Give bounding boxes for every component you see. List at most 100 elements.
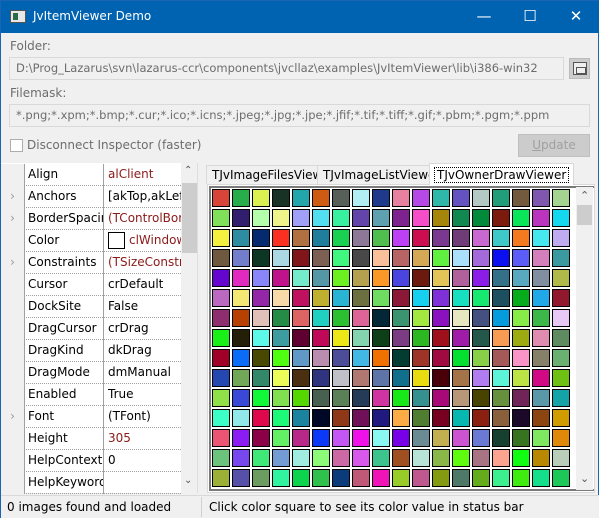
color-square[interactable]	[472, 409, 490, 427]
color-square[interactable]	[232, 369, 250, 387]
color-square[interactable]	[452, 329, 470, 347]
color-square[interactable]	[492, 349, 510, 367]
color-square[interactable]	[492, 369, 510, 387]
color-square[interactable]	[532, 389, 550, 407]
color-square[interactable]	[232, 269, 250, 287]
color-square[interactable]	[272, 449, 290, 467]
color-square[interactable]	[412, 229, 430, 247]
color-square[interactable]	[532, 269, 550, 287]
color-square[interactable]	[352, 249, 370, 267]
color-square[interactable]	[552, 369, 570, 387]
color-square[interactable]	[552, 349, 570, 367]
color-square[interactable]	[392, 309, 410, 327]
color-square[interactable]	[332, 189, 350, 207]
browse-folder-button[interactable]	[569, 58, 590, 79]
expand-chevron-icon[interactable]: ›	[1, 406, 25, 428]
color-square[interactable]	[392, 329, 410, 347]
color-square[interactable]	[532, 229, 550, 247]
inspector-row[interactable]: Enabled True	[1, 384, 181, 406]
color-square[interactable]	[472, 189, 490, 207]
color-square[interactable]	[432, 249, 450, 267]
close-button[interactable]: ✕	[553, 1, 599, 33]
color-square[interactable]	[272, 389, 290, 407]
color-square[interactable]	[352, 389, 370, 407]
color-square[interactable]	[252, 269, 270, 287]
color-square[interactable]	[372, 189, 390, 207]
scroll-down-icon[interactable]: ⌄	[580, 472, 589, 485]
color-square[interactable]	[212, 349, 230, 367]
color-square[interactable]	[312, 429, 330, 447]
color-square[interactable]	[292, 369, 310, 387]
color-square[interactable]	[372, 229, 390, 247]
color-square[interactable]	[332, 469, 350, 487]
color-square[interactable]	[392, 189, 410, 207]
scroll-up-icon[interactable]: ⌃	[184, 165, 192, 176]
color-square[interactable]	[312, 229, 330, 247]
color-square[interactable]	[532, 209, 550, 227]
color-square[interactable]	[332, 449, 350, 467]
color-square[interactable]	[512, 409, 530, 427]
color-square[interactable]	[532, 449, 550, 467]
update-button[interactable]: Update	[518, 134, 590, 157]
maximize-button[interactable]: ☐	[507, 1, 553, 33]
color-square[interactable]	[552, 309, 570, 327]
color-square[interactable]	[372, 309, 390, 327]
color-square[interactable]	[432, 349, 450, 367]
color-square[interactable]	[272, 469, 290, 487]
color-square[interactable]	[512, 289, 530, 307]
color-square[interactable]	[512, 389, 530, 407]
color-square[interactable]	[292, 209, 310, 227]
color-square[interactable]	[392, 469, 410, 487]
color-square[interactable]	[492, 389, 510, 407]
property-value[interactable]: [akTop,akLeft,	[103, 186, 181, 208]
color-square[interactable]	[252, 289, 270, 307]
color-square[interactable]	[352, 469, 370, 487]
color-square[interactable]	[292, 189, 310, 207]
color-square[interactable]	[432, 449, 450, 467]
color-square[interactable]	[472, 389, 490, 407]
color-square[interactable]	[472, 369, 490, 387]
color-square[interactable]	[212, 389, 230, 407]
color-square[interactable]	[512, 209, 530, 227]
color-square[interactable]	[432, 429, 450, 447]
color-square[interactable]	[532, 309, 550, 327]
color-square[interactable]	[232, 289, 250, 307]
color-square[interactable]	[332, 329, 350, 347]
color-square[interactable]	[472, 209, 490, 227]
color-square[interactable]	[252, 229, 270, 247]
color-square[interactable]	[432, 409, 450, 427]
color-square[interactable]	[492, 429, 510, 447]
color-square[interactable]	[232, 389, 250, 407]
color-square[interactable]	[212, 369, 230, 387]
color-square[interactable]	[432, 369, 450, 387]
color-square[interactable]	[532, 329, 550, 347]
property-value[interactable]: 305	[103, 428, 181, 450]
color-square[interactable]	[352, 429, 370, 447]
color-square[interactable]	[452, 409, 470, 427]
color-square[interactable]	[552, 449, 570, 467]
color-square[interactable]	[532, 429, 550, 447]
color-square[interactable]	[412, 289, 430, 307]
color-square[interactable]	[452, 369, 470, 387]
color-square[interactable]	[252, 369, 270, 387]
color-square[interactable]	[512, 309, 530, 327]
color-square[interactable]	[312, 309, 330, 327]
color-square[interactable]	[412, 269, 430, 287]
color-square[interactable]	[372, 289, 390, 307]
color-square[interactable]	[452, 449, 470, 467]
inspector-row[interactable]: Height 305	[1, 428, 181, 450]
color-square[interactable]	[332, 309, 350, 327]
property-value[interactable]: (TSizeConstrai	[103, 252, 181, 274]
color-square[interactable]	[532, 249, 550, 267]
color-square[interactable]	[272, 409, 290, 427]
color-square[interactable]	[352, 349, 370, 367]
color-square[interactable]	[452, 189, 470, 207]
color-square[interactable]	[472, 309, 490, 327]
color-square[interactable]	[552, 209, 570, 227]
color-square[interactable]	[432, 269, 450, 287]
color-square[interactable]	[212, 309, 230, 327]
color-square[interactable]	[272, 369, 290, 387]
color-square[interactable]	[352, 309, 370, 327]
color-square[interactable]	[532, 289, 550, 307]
color-square[interactable]	[372, 249, 390, 267]
